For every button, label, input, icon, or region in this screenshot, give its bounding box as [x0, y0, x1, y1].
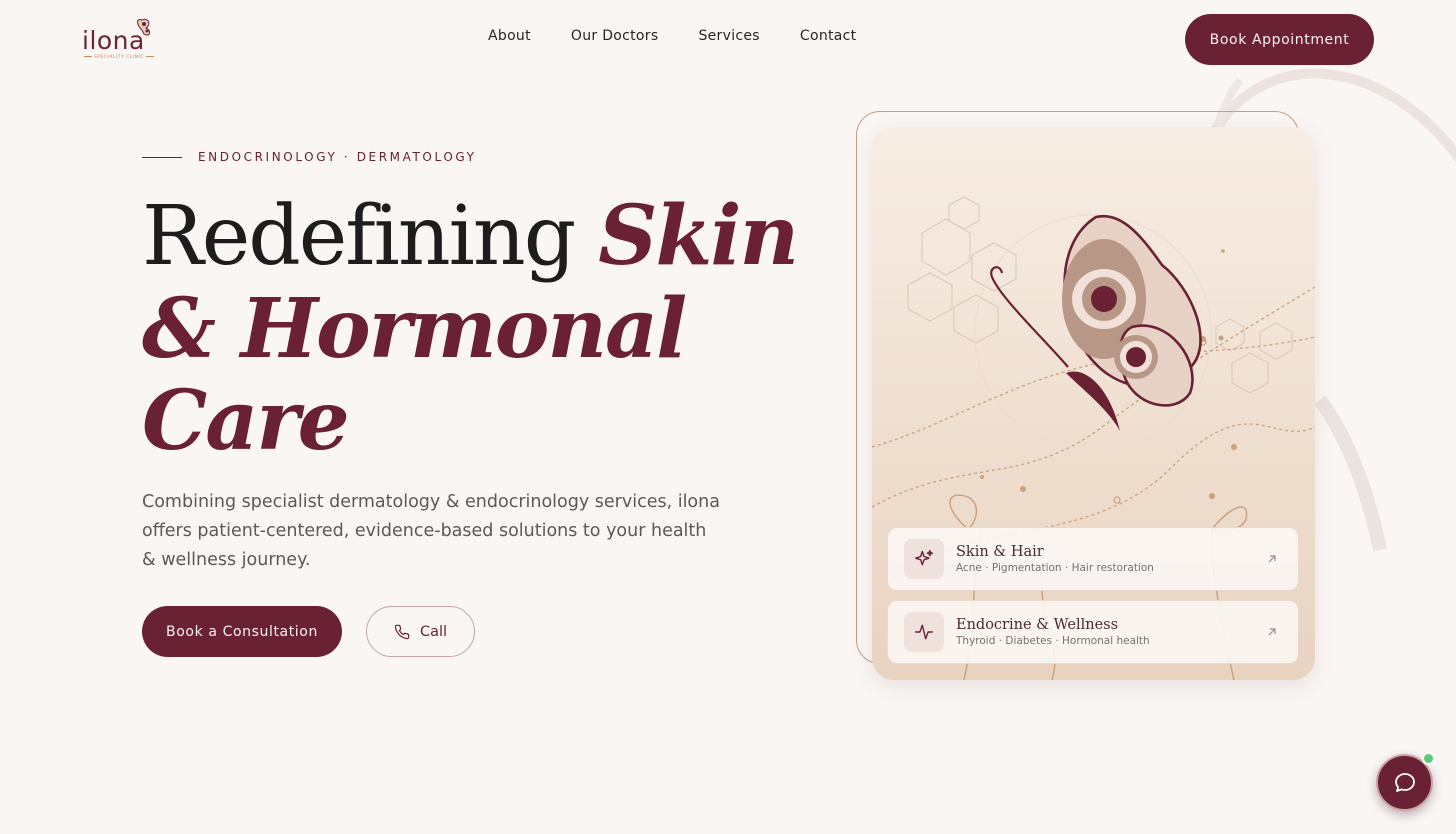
brand-logo[interactable]: ilona SPECIALITY CLINIC	[80, 16, 160, 64]
service-title: Skin & Hair	[956, 544, 1044, 560]
nav-contact[interactable]: Contact	[800, 28, 857, 50]
service-subtitle: Acne · Pigmentation · Hair restoration	[956, 562, 1154, 574]
chat-bubble-icon	[1394, 772, 1415, 792]
main-nav: About Our Doctors Services Contact	[488, 28, 856, 50]
hero-eyebrow: ENDOCRINOLOGY · DERMATOLOGY	[142, 150, 477, 164]
service-card-endocrine-wellness[interactable]: Endocrine & Wellness Thyroid · Diabetes …	[887, 600, 1299, 664]
hero-title: Redefining Skin & Hormonal Care	[142, 190, 842, 467]
hero-description: Combining specialist dermatology & endoc…	[142, 492, 720, 570]
hero-illustration-card: Skin & Hair Acne · Pigmentation · Hair r…	[872, 127, 1315, 680]
sparkles-icon	[904, 539, 944, 579]
hero-title-italic-3: Care	[142, 373, 350, 469]
book-consultation-button[interactable]: Book a Consultation	[142, 606, 342, 657]
online-status-indicator	[1422, 752, 1435, 765]
butterfly-icon	[137, 18, 151, 36]
phone-icon	[394, 624, 410, 639]
hero-title-italic-2: & Hormonal	[142, 281, 687, 377]
pulse-icon	[904, 612, 944, 652]
call-button[interactable]: Call	[366, 606, 475, 657]
call-label: Call	[419, 623, 448, 640]
nav-our-doctors[interactable]: Our Doctors	[571, 28, 659, 50]
nav-services[interactable]: Services	[698, 28, 759, 50]
nav-about[interactable]: About	[488, 28, 531, 50]
service-card-skin-hair[interactable]: Skin & Hair Acne · Pigmentation · Hair r…	[887, 527, 1299, 591]
arrow-up-right-icon	[1268, 555, 1276, 563]
hero-title-italic-1: Skin	[598, 188, 799, 284]
arrow-up-right-icon	[1268, 628, 1276, 636]
hero-title-plain: Redefining	[142, 189, 576, 284]
service-title: Endocrine & Wellness	[956, 617, 1119, 633]
butterfly-illustration	[872, 196, 1315, 680]
book-appointment-button[interactable]: Book Appointment	[1185, 14, 1374, 65]
eyebrow-text: ENDOCRINOLOGY · DERMATOLOGY	[198, 150, 477, 164]
site-header: ilona SPECIALITY CLINIC About Our Doctor…	[0, 0, 1456, 80]
brand-tagline: SPECIALITY CLINIC	[82, 55, 154, 60]
eyebrow-divider	[142, 156, 182, 158]
service-subtitle: Thyroid · Diabetes · Hormonal health	[956, 635, 1150, 647]
